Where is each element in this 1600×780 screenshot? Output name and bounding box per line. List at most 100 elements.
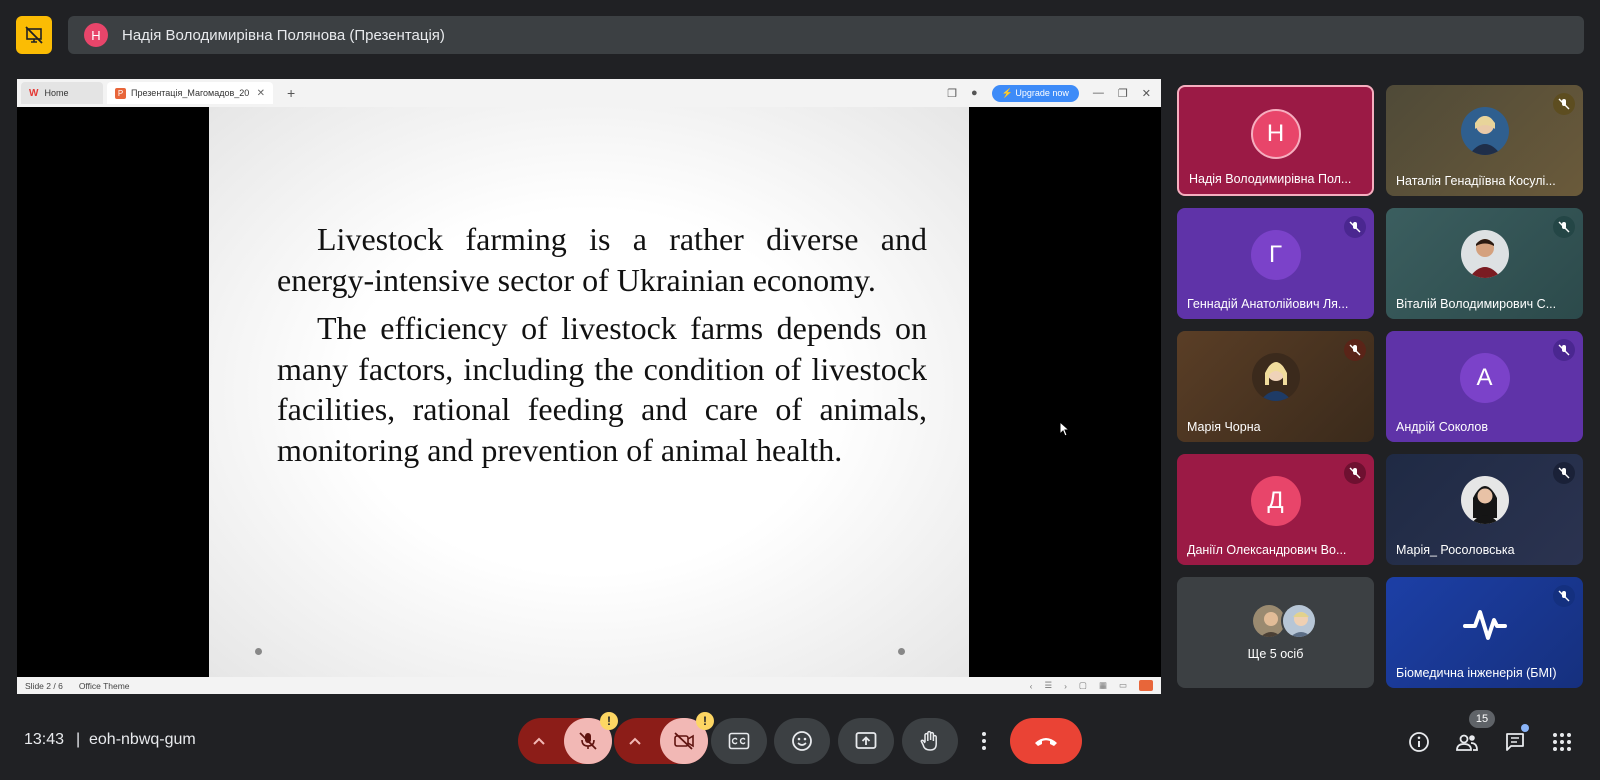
warning-badge: ! bbox=[696, 712, 714, 730]
participant-tile[interactable]: Біомедична інженерія (БМІ) bbox=[1386, 577, 1583, 688]
theme-label: Office Theme bbox=[78, 680, 130, 691]
minimize-icon[interactable]: — bbox=[1093, 87, 1104, 99]
participant-name: Андрій Соколов bbox=[1396, 420, 1489, 434]
next-slide-icon[interactable]: › bbox=[1064, 681, 1067, 691]
participant-name: Біомедична інженерія (БМІ) bbox=[1396, 666, 1557, 680]
mic-off-icon bbox=[1553, 585, 1575, 607]
presenter-label: Надія Володимирівна Полянова (Презентаці… bbox=[122, 26, 445, 44]
participant-name: Марія Чорна bbox=[1187, 420, 1261, 434]
clock: 13:43 bbox=[24, 731, 65, 748]
participant-name: Марія_ Росоловська bbox=[1396, 543, 1515, 557]
mouse-cursor-icon bbox=[1059, 421, 1071, 437]
tab-close-icon[interactable]: ✕ bbox=[257, 88, 265, 99]
mic-off-icon bbox=[1344, 339, 1366, 361]
view-reading-icon[interactable]: ▭ bbox=[1119, 680, 1127, 691]
participant-photo bbox=[1460, 476, 1509, 524]
tab-home[interactable]: W Home bbox=[21, 82, 103, 104]
slide-area: Livestock farming is a rather diverse an… bbox=[17, 107, 1161, 677]
present-screen-button[interactable] bbox=[838, 718, 894, 764]
hand-icon bbox=[920, 730, 937, 751]
more-participants-label: Ще 5 осіб bbox=[1247, 647, 1304, 661]
participant-name: Геннадій Анатолійович Ля... bbox=[1187, 297, 1349, 311]
participant-photo bbox=[1460, 230, 1509, 278]
presentation-stop-icon[interactable] bbox=[16, 16, 52, 54]
participant-photo bbox=[1251, 353, 1300, 401]
participant-count-badge: 15 bbox=[1469, 710, 1495, 728]
window-layout-icon[interactable]: ❐ bbox=[947, 87, 957, 100]
ppt-title-bar: W Home P Презентація_Магомадов_20 ✕ + ❐ … bbox=[17, 79, 1161, 107]
slide-counter: Slide 2 / 6 bbox=[25, 680, 63, 691]
shared-screen: W Home P Презентація_Магомадов_20 ✕ + ❐ … bbox=[17, 79, 1161, 694]
participant-avatar: А bbox=[1459, 353, 1510, 403]
ppt-status-bar: Slide 2 / 6 Office Theme ‹ ☰ › ▢ ▦ ▭ bbox=[17, 677, 1161, 694]
participant-thumb bbox=[1281, 603, 1317, 639]
apps-grid-icon bbox=[1553, 733, 1571, 751]
chevron-up-icon[interactable] bbox=[628, 730, 642, 752]
camera-toggle-button[interactable]: ! bbox=[660, 712, 714, 764]
participant-tile[interactable]: Марія Чорна bbox=[1177, 331, 1374, 442]
participant-tile[interactable]: Марія_ Росоловська bbox=[1386, 454, 1583, 565]
user-avatar-icon[interactable]: ● bbox=[971, 87, 978, 99]
mic-off-icon bbox=[1553, 339, 1575, 361]
more-options-button[interactable] bbox=[969, 718, 999, 764]
notes-icon[interactable]: ☰ bbox=[1044, 680, 1052, 691]
leave-call-button[interactable] bbox=[1010, 718, 1082, 764]
participant-tile[interactable]: Н Надія Володимирівна Пол... bbox=[1177, 85, 1374, 196]
participant-name: Даніїл Олександрович Во... bbox=[1187, 543, 1347, 557]
view-normal-icon[interactable]: ▢ bbox=[1079, 680, 1087, 691]
mic-off-icon bbox=[1553, 93, 1575, 115]
mic-off-icon bbox=[579, 732, 597, 750]
mic-off-icon bbox=[1553, 462, 1575, 484]
slide-bullet-dot bbox=[898, 648, 905, 655]
pulse-logo-icon bbox=[1460, 599, 1510, 649]
slide-paragraph-2: The efficiency of livestock farms depend… bbox=[277, 310, 927, 468]
more-participants-tile[interactable]: Ще 5 осіб bbox=[1177, 577, 1374, 688]
tab-presentation-label: Презентація_Магомадов_20 bbox=[131, 88, 250, 98]
present-screen-icon bbox=[855, 732, 877, 749]
separator: | bbox=[76, 731, 81, 748]
participant-name: Наталія Генадіївна Косулі... bbox=[1396, 174, 1556, 188]
people-icon bbox=[1456, 734, 1478, 751]
chat-button[interactable] bbox=[1502, 729, 1528, 755]
tab-presentation[interactable]: P Презентація_Магомадов_20 ✕ bbox=[107, 82, 273, 104]
participant-tile[interactable]: Г Геннадій Анатолійович Ля... bbox=[1177, 208, 1374, 319]
participant-tile[interactable]: Віталій Володимирович С... bbox=[1386, 208, 1583, 319]
activities-button[interactable] bbox=[1549, 729, 1575, 755]
camera-control-group[interactable]: ! bbox=[614, 712, 714, 764]
slide: Livestock farming is a rather diverse an… bbox=[209, 107, 969, 677]
restore-icon[interactable]: ❐ bbox=[1118, 87, 1128, 100]
participant-tile[interactable]: А Андрій Соколов bbox=[1386, 331, 1583, 442]
raise-hand-button[interactable] bbox=[902, 718, 958, 764]
people-button[interactable] bbox=[1454, 729, 1480, 755]
participant-tile[interactable]: Наталія Генадіївна Косулі... bbox=[1386, 85, 1583, 196]
mic-control-group[interactable]: ! bbox=[518, 712, 618, 764]
upgrade-button[interactable]: ⚡ Upgrade now bbox=[991, 84, 1079, 102]
meeting-details-button[interactable] bbox=[1406, 729, 1432, 755]
presenter-banner: Н Надія Володимирівна Полянова (Презента… bbox=[68, 16, 1584, 54]
participant-name: Віталій Володимирович С... bbox=[1396, 297, 1557, 311]
presenter-avatar: Н bbox=[84, 23, 108, 47]
participant-tile[interactable]: Д Даніїл Олександрович Во... bbox=[1177, 454, 1374, 565]
chat-icon bbox=[1506, 733, 1524, 751]
view-sorter-icon[interactable]: ▦ bbox=[1099, 680, 1107, 691]
ppt-file-icon: P bbox=[115, 87, 126, 99]
more-vert-icon bbox=[982, 732, 986, 750]
close-window-icon[interactable]: ✕ bbox=[1142, 87, 1151, 100]
wps-logo-icon: W bbox=[29, 87, 39, 99]
slide-paragraph-1: Livestock farming is a rather diverse an… bbox=[277, 221, 927, 298]
tab-home-label: Home bbox=[44, 88, 69, 98]
participant-avatar: Д bbox=[1250, 476, 1301, 526]
mic-toggle-button[interactable]: ! bbox=[564, 712, 618, 764]
prev-slide-icon[interactable]: ‹ bbox=[1030, 681, 1033, 691]
mic-off-icon bbox=[1344, 462, 1366, 484]
new-tab-plus-icon[interactable]: + bbox=[287, 85, 295, 101]
warning-badge: ! bbox=[600, 712, 618, 730]
mic-off-icon bbox=[1553, 216, 1575, 238]
chevron-up-icon[interactable] bbox=[532, 730, 546, 752]
play-slideshow-icon[interactable] bbox=[1139, 680, 1153, 691]
captions-button[interactable] bbox=[711, 718, 767, 764]
reactions-button[interactable] bbox=[774, 718, 830, 764]
participant-name: Надія Володимирівна Пол... bbox=[1189, 172, 1352, 186]
closed-captions-icon bbox=[728, 732, 750, 750]
participant-avatar: Н bbox=[1250, 109, 1301, 159]
